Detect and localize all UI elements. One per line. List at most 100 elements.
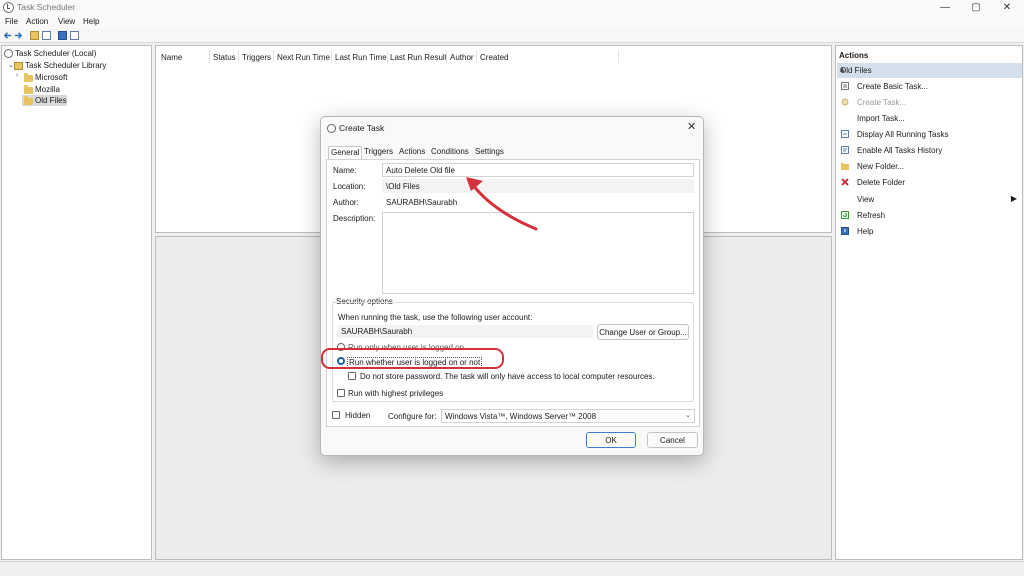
do-not-store-password-label: Do not store password. The task will onl…	[360, 372, 655, 381]
action-label: Delete Folder	[857, 178, 906, 187]
clock-icon	[4, 49, 13, 58]
column-separator[interactable]	[387, 50, 388, 63]
create-basic-task-icon	[841, 82, 849, 90]
author-value: SAURABH\Saurabh	[382, 195, 582, 209]
task-name-input[interactable]: Auto Delete Old file	[382, 163, 694, 177]
highest-privileges-label: Run with highest privileges	[348, 389, 444, 398]
status-bar	[0, 561, 1024, 576]
column-separator[interactable]	[618, 50, 619, 63]
close-button[interactable]: ✕	[990, 0, 1024, 15]
action-refresh[interactable]: Refresh	[837, 208, 1021, 223]
action-label: Import Task...	[857, 114, 905, 123]
checkbox-highest-privileges[interactable]	[337, 389, 345, 397]
author-label: Author:	[333, 198, 359, 207]
tree-item-label: Task Scheduler (Local)	[15, 49, 97, 58]
column-header-created[interactable]: Created	[480, 53, 508, 62]
tab-settings[interactable]: Settings	[473, 146, 506, 157]
ok-button[interactable]: OK	[586, 432, 636, 448]
column-separator[interactable]	[331, 50, 332, 63]
show-hide-tree-icon[interactable]	[42, 31, 51, 40]
action-new-folder[interactable]: New Folder...	[837, 159, 1021, 174]
configure-for-label: Configure for:	[388, 412, 437, 421]
show-hide-action-pane-icon[interactable]	[70, 31, 79, 40]
action-label: Refresh	[857, 211, 886, 220]
menu-file[interactable]: File	[5, 17, 18, 26]
column-header-triggers[interactable]: Triggers	[242, 53, 271, 62]
dialog-title: Create Task	[339, 123, 385, 133]
action-delete-folder[interactable]: Delete Folder	[837, 175, 1021, 190]
annotation-highlight-ellipse	[321, 348, 504, 369]
minimize-button[interactable]: —	[928, 0, 962, 15]
configure-for-select[interactable]: Windows Vista™, Windows Server™ 2008 ⌄	[441, 409, 695, 423]
console-tree: Task Scheduler (Local) ⌄ Task Scheduler …	[1, 45, 152, 560]
change-user-or-group-button[interactable]: Change User or Group...	[597, 324, 689, 340]
column-separator[interactable]	[446, 50, 447, 63]
column-header-status[interactable]: Status	[213, 53, 236, 62]
checkbox-hidden[interactable]	[332, 411, 340, 419]
history-icon	[841, 146, 849, 154]
folder-icon	[24, 73, 33, 82]
action-create-basic-task[interactable]: Create Basic Task...	[837, 79, 1021, 94]
column-separator[interactable]	[209, 50, 210, 63]
actions-pane: Actions Old Files ▴ Create Basic Task...…	[835, 45, 1023, 560]
account-prompt: When running the task, use the following…	[338, 313, 533, 322]
action-import-task[interactable]: Import Task...	[837, 111, 1021, 126]
dialog-close-button[interactable]: ✕	[687, 120, 696, 133]
action-label: Create Basic Task...	[857, 82, 928, 91]
tab-triggers[interactable]: Triggers	[362, 146, 395, 157]
column-header-name[interactable]: Name	[161, 53, 182, 62]
chevron-right-icon[interactable]: ›	[16, 72, 18, 79]
running-tasks-icon	[841, 130, 849, 138]
tab-general[interactable]: General	[328, 146, 363, 159]
collapse-icon[interactable]: ▴	[840, 64, 1018, 75]
column-separator[interactable]	[273, 50, 274, 63]
description-textarea[interactable]	[382, 212, 694, 294]
menu-view[interactable]: View	[58, 17, 75, 26]
help-icon[interactable]	[58, 31, 67, 40]
menu-action[interactable]: Action	[26, 17, 48, 26]
menu-bar: File Action View Help	[0, 16, 1024, 29]
column-header-next-run-time[interactable]: Next Run Time	[277, 53, 330, 62]
action-view[interactable]: View ▶	[837, 192, 1021, 207]
task-scheduler-clock-icon	[3, 2, 14, 13]
delete-icon	[841, 178, 849, 186]
tree-item-label: Task Scheduler Library	[25, 61, 107, 70]
column-separator[interactable]	[238, 50, 239, 63]
new-folder-icon	[841, 163, 849, 170]
action-enable-tasks-history[interactable]: Enable All Tasks History	[837, 143, 1021, 158]
action-label: Help	[857, 227, 874, 236]
tab-actions[interactable]: Actions	[397, 146, 427, 157]
tree-item-label: Old Files	[35, 96, 67, 105]
tree-item-old-files[interactable]: Old Files	[22, 95, 67, 106]
action-display-running-tasks[interactable]: Display All Running Tasks	[837, 127, 1021, 142]
actions-title: Actions	[839, 51, 869, 60]
name-label: Name:	[333, 166, 357, 175]
tab-conditions[interactable]: Conditions	[429, 146, 471, 157]
hidden-label: Hidden	[345, 411, 371, 420]
cancel-button[interactable]: Cancel	[647, 432, 698, 448]
help-icon	[841, 227, 849, 235]
column-header-last-run-time[interactable]: Last Run Time	[335, 53, 387, 62]
folder-up-icon[interactable]	[30, 31, 39, 40]
tree-item-label: Microsoft	[35, 73, 68, 82]
back-arrow-icon[interactable]	[3, 31, 12, 40]
menu-help[interactable]: Help	[83, 17, 99, 26]
create-task-dialog: Create Task ✕ General Triggers Actions C…	[320, 116, 704, 456]
location-value: \Old Files	[382, 179, 694, 193]
forward-arrow-icon[interactable]	[14, 31, 23, 40]
user-account-value: SAURABH\Saurabh	[337, 325, 593, 338]
action-label: Enable All Tasks History	[857, 146, 943, 155]
library-folder-icon	[14, 62, 23, 70]
title-bar: Task Scheduler — ▢ ✕	[0, 0, 1024, 16]
checkbox-do-not-store-password[interactable]	[348, 372, 356, 380]
location-label: Location:	[333, 182, 366, 191]
column-header-author[interactable]: Author	[450, 53, 474, 62]
action-help[interactable]: Help	[837, 224, 1021, 239]
maximize-button[interactable]: ▢	[959, 0, 993, 15]
column-separator[interactable]	[476, 50, 477, 63]
action-create-task[interactable]: Create Task...	[837, 95, 1021, 110]
actions-section-header[interactable]: Old Files ▴	[837, 63, 1022, 78]
column-header-last-run-result[interactable]: Last Run Result	[390, 53, 447, 62]
chevron-down-icon[interactable]: ⌄	[685, 411, 691, 419]
chevron-down-icon[interactable]: ⌄	[8, 61, 14, 69]
